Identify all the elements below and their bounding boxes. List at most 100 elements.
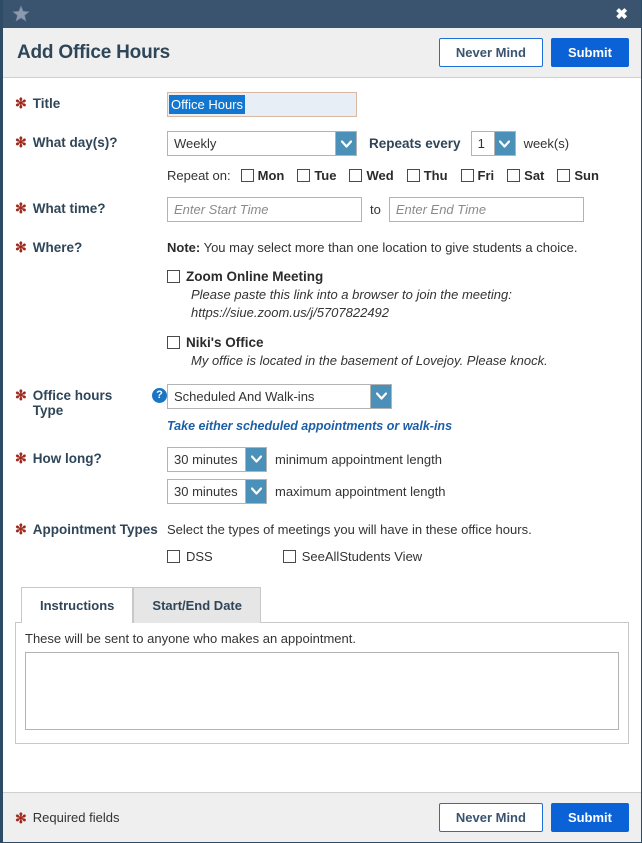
- never-mind-button-top[interactable]: Never Mind: [438, 38, 543, 67]
- header-actions: Never Mind Submit: [438, 38, 629, 67]
- location-office-description: My office is located in the basement of …: [191, 353, 548, 369]
- day-checkbox-thu[interactable]: Thu: [406, 168, 448, 183]
- max-length-line: 30 minutes maximum appointment length: [167, 478, 629, 504]
- tab-instructions[interactable]: Instructions: [21, 586, 134, 623]
- checkbox-dss[interactable]: [167, 549, 180, 563]
- required-fields-label: Required fields: [32, 810, 120, 825]
- form-body: ✻ Title Office Hours ✻ What day(s)? Week…: [3, 78, 641, 792]
- chevron-down-icon: [245, 447, 266, 471]
- checkbox-wed[interactable]: [349, 169, 363, 182]
- office-hours-type-select[interactable]: Scheduled And Walk-ins: [167, 383, 392, 409]
- time-inputs: to: [167, 197, 629, 222]
- location-office-name: Niki's Office: [186, 335, 264, 351]
- checkbox-sat[interactable]: [507, 169, 521, 182]
- instructions-textarea[interactable]: [25, 651, 619, 730]
- repeats-every-label: Repeats every: [369, 136, 461, 151]
- appointment-types-label-group: ✻ Appointment Types: [15, 518, 167, 537]
- tab-start-end-date[interactable]: Start/End Date: [133, 586, 261, 623]
- checkbox-nikis-office[interactable]: [167, 336, 180, 350]
- max-duration-value: 30 minutes: [174, 483, 238, 499]
- how-long-label: How long?: [32, 450, 102, 466]
- min-duration-select[interactable]: 30 minutes: [167, 446, 267, 472]
- required-asterisk: ✻: [15, 239, 27, 255]
- required-asterisk: ✻: [15, 134, 27, 150]
- recurrence-select-value: Weekly: [174, 136, 217, 151]
- required-asterisk: ✻: [15, 200, 27, 216]
- max-duration-caption: maximum appointment length: [275, 483, 446, 499]
- repeats-count-select[interactable]: 1: [470, 131, 516, 156]
- time-to-label: to: [370, 202, 381, 217]
- repeats-unit-label: week(s): [523, 136, 570, 151]
- time-field-col: to: [167, 197, 629, 222]
- day-checkbox-sat[interactable]: Sat: [507, 168, 544, 183]
- required-fields-note: ✻ Required fields: [15, 810, 119, 825]
- title-label: Title: [32, 96, 61, 111]
- location-zoom-name: Zoom Online Meeting: [186, 269, 324, 284]
- tab-list: Instructions Start/End Date: [15, 586, 629, 623]
- title-field-col: Office Hours: [167, 92, 629, 117]
- day-checkbox-sun[interactable]: Sun: [557, 168, 599, 183]
- title-input[interactable]: [167, 92, 357, 117]
- checkbox-tue[interactable]: [297, 169, 311, 182]
- min-duration-caption: minimum appointment length: [275, 451, 442, 467]
- close-icon[interactable]: ✖: [612, 5, 631, 24]
- appointment-type-seeallstudents-label: SeeAllStudents View: [301, 548, 423, 564]
- max-duration-select[interactable]: 30 minutes: [167, 478, 267, 504]
- day-checkbox-fri[interactable]: Fri: [460, 168, 494, 183]
- chevron-down-icon: [245, 479, 266, 503]
- checkbox-thu[interactable]: [406, 169, 420, 182]
- checkbox-sun[interactable]: [557, 169, 571, 182]
- repeats-count-value: 1: [477, 136, 485, 151]
- repeat-on-label: Repeat on:: [167, 168, 231, 183]
- dialog-header: Add Office Hours Never Mind Submit: [3, 28, 641, 78]
- how-long-field-col: 30 minutes minimum appointment length 30…: [167, 446, 629, 504]
- where-label: Where?: [32, 240, 83, 255]
- appointment-type-dss[interactable]: DSS: [167, 549, 213, 564]
- day-row: ✻ What day(s)? Weekly Repeats every 1 we…: [15, 131, 629, 183]
- checkbox-seeallstudents-view[interactable]: [282, 549, 296, 563]
- window-titlebar: ✖: [3, 0, 641, 28]
- checkbox-mon[interactable]: [240, 169, 254, 182]
- day-label-tue: Tue: [314, 168, 337, 183]
- required-asterisk: ✻: [15, 386, 27, 403]
- submit-button-top[interactable]: Submit: [550, 38, 629, 67]
- chevron-down-icon: [493, 132, 515, 155]
- location-zoom-head[interactable]: Zoom Online Meeting: [167, 269, 629, 284]
- day-checkbox-wed[interactable]: Wed: [349, 168, 394, 183]
- day-label-group: ✻ What day(s)?: [15, 131, 167, 150]
- day-label-sat: Sat: [524, 168, 545, 183]
- appointment-type-seeallstudents[interactable]: SeeAllStudents View: [282, 548, 423, 564]
- day-label-thu: Thu: [423, 168, 448, 183]
- checkbox-zoom-online-meeting[interactable]: [167, 270, 180, 283]
- title-input-wrap: Office Hours: [167, 92, 357, 117]
- help-icon[interactable]: ?: [152, 387, 167, 403]
- appointment-types-options: DSS SeeAllStudents View: [167, 549, 629, 564]
- start-time-input[interactable]: [167, 197, 362, 222]
- end-time-input[interactable]: [388, 197, 584, 222]
- instructions-note: These will be sent to anyone who makes a…: [25, 630, 356, 646]
- day-field-col: Weekly Repeats every 1 week(s) Repeat on…: [167, 131, 629, 183]
- appointment-types-row: ✻ Appointment Types Select the types of …: [15, 518, 629, 564]
- location-zoom-description: Please paste this link into a browser to…: [191, 287, 512, 320]
- submit-button-bottom[interactable]: Submit: [550, 803, 629, 832]
- recurrence-select[interactable]: Weekly: [167, 131, 357, 156]
- day-checkbox-tue[interactable]: Tue: [297, 168, 336, 183]
- required-asterisk: ✻: [15, 809, 27, 826]
- how-long-row: ✻ How long? 30 minutes minimum appointme…: [15, 446, 629, 504]
- page-title: Add Office Hours: [17, 41, 171, 63]
- day-label-sun: Sun: [574, 168, 599, 183]
- appointment-types-field-col: Select the types of meetings you will ha…: [167, 518, 629, 564]
- dialog-footer: ✻ Required fields Never Mind Submit: [3, 792, 641, 842]
- location-zoom: Zoom Online Meeting Please paste this li…: [167, 269, 629, 321]
- footer-actions: Never Mind Submit: [438, 803, 629, 832]
- repeat-on-row: Repeat on: Mon Tue Wed Thu Fri Sat Sun: [167, 168, 629, 183]
- location-office-head[interactable]: Niki's Office: [167, 335, 629, 350]
- star-icon: [11, 4, 31, 24]
- title-row: ✻ Title Office Hours: [15, 92, 629, 117]
- required-asterisk: ✻: [15, 520, 27, 537]
- never-mind-button-bottom[interactable]: Never Mind: [438, 803, 543, 832]
- time-row: ✻ What time? to: [15, 197, 629, 222]
- chevron-down-icon: [335, 132, 356, 155]
- day-checkbox-mon[interactable]: Mon: [240, 168, 284, 183]
- checkbox-fri[interactable]: [460, 169, 474, 182]
